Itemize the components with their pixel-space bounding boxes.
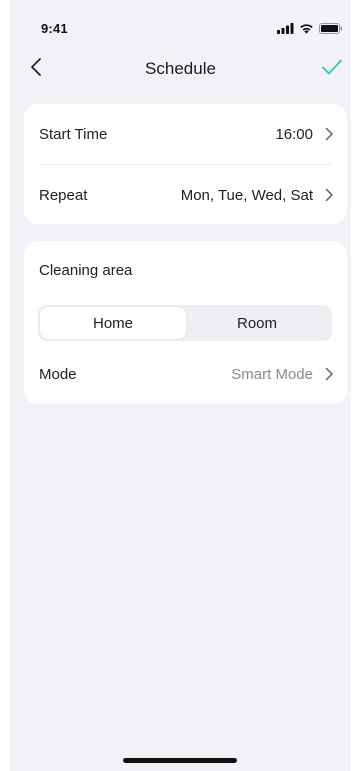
mode-value: Smart Mode (231, 365, 313, 383)
confirm-button[interactable] (317, 55, 347, 83)
phone-screen: 9:41 Schedule Start Time 16:00 Repeat Mo… (10, 0, 351, 771)
battery-icon (319, 22, 343, 34)
start-time-value: 16:00 (275, 125, 313, 143)
status-icons (277, 22, 343, 34)
checkmark-icon (321, 58, 343, 81)
signal-icon (277, 22, 294, 34)
cleaning-area-segmented-control: Home Room (38, 305, 332, 341)
wifi-icon (299, 23, 314, 34)
chevron-right-icon (324, 188, 334, 202)
segment-room[interactable]: Room (184, 307, 330, 339)
start-time-label: Start Time (39, 125, 108, 143)
cleaning-area-title: Cleaning area (39, 262, 133, 279)
repeat-value: Mon, Tue, Wed, Sat (180, 186, 313, 204)
chevron-left-icon (30, 57, 42, 82)
status-time: 9:41 (41, 21, 68, 36)
mode-row[interactable]: Mode Smart Mode (24, 344, 347, 404)
chevron-right-icon (324, 367, 334, 381)
repeat-row[interactable]: Repeat Mon, Tue, Wed, Sat (24, 165, 347, 225)
back-button[interactable] (22, 55, 50, 83)
repeat-label: Repeat (39, 186, 88, 204)
chevron-right-icon (324, 127, 334, 141)
home-indicator[interactable] (123, 758, 237, 763)
cleaning-card: Cleaning area Home Room Mode Smart Mode (24, 241, 347, 404)
mode-label: Mode (39, 365, 77, 383)
navigation-bar: Schedule (10, 48, 351, 90)
status-bar: 9:41 (10, 0, 351, 44)
page-title: Schedule (145, 59, 216, 78)
segment-home[interactable]: Home (40, 307, 186, 339)
schedule-card: Start Time 16:00 Repeat Mon, Tue, Wed, S… (24, 104, 347, 224)
start-time-row[interactable]: Start Time 16:00 (24, 104, 347, 164)
